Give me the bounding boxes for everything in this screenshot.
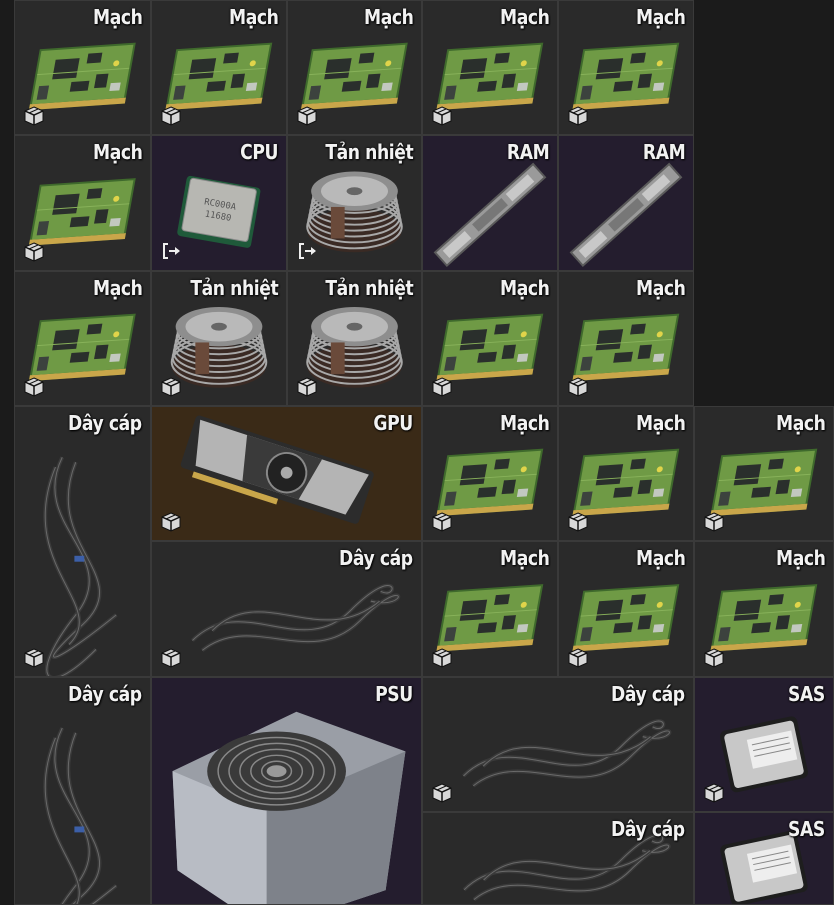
inventory-slot-board[interactable]: Mạch bbox=[694, 541, 834, 677]
item-label: Mạch bbox=[499, 5, 550, 29]
item-label: SAS bbox=[788, 682, 825, 706]
inventory-slot-psu[interactable]: PSU bbox=[151, 677, 422, 905]
item-label: GPU bbox=[373, 411, 414, 435]
item-label: Mạch bbox=[635, 546, 686, 570]
inventory-slot-board[interactable]: Mạch bbox=[151, 0, 287, 135]
package-icon bbox=[431, 376, 453, 398]
inventory-slot-cooler[interactable]: Tản nhiệt bbox=[151, 271, 287, 406]
equip-arrow-icon bbox=[162, 242, 182, 260]
inventory-slot-ram[interactable]: RAM bbox=[422, 135, 558, 271]
item-label: SAS bbox=[788, 817, 825, 841]
package-icon bbox=[703, 647, 725, 669]
inventory-slot-board[interactable]: Mạch bbox=[558, 271, 694, 406]
item-label: Tản nhiệt bbox=[190, 276, 278, 300]
package-icon bbox=[567, 105, 589, 127]
package-icon bbox=[160, 376, 182, 398]
item-label: Mạch bbox=[635, 276, 686, 300]
item-label: RAM bbox=[506, 140, 550, 164]
package-icon bbox=[567, 376, 589, 398]
inventory-slot-board[interactable]: Mạch bbox=[287, 0, 422, 135]
package-icon bbox=[160, 105, 182, 127]
inventory-slot-gpu[interactable]: GPU bbox=[151, 406, 422, 541]
inventory-slot-board[interactable]: Mạch bbox=[558, 406, 694, 541]
inventory-slot-board[interactable]: Mạch bbox=[14, 271, 151, 406]
item-label: Mạch bbox=[499, 546, 550, 570]
item-label: Dây cáp bbox=[68, 411, 142, 435]
package-icon bbox=[160, 647, 182, 669]
item-label: Dây cáp bbox=[68, 682, 142, 706]
package-icon bbox=[567, 511, 589, 533]
equip-arrow-icon bbox=[298, 242, 318, 260]
item-label: CPU bbox=[240, 140, 278, 164]
item-label: PSU bbox=[375, 682, 413, 706]
package-icon bbox=[23, 105, 45, 127]
inventory-slot-cable-v[interactable]: Dây cáp bbox=[14, 406, 151, 677]
package-icon bbox=[431, 647, 453, 669]
inventory-slot-ram[interactable]: RAM bbox=[558, 135, 694, 271]
inventory-slot-board[interactable]: Mạch bbox=[422, 541, 558, 677]
item-label: Dây cáp bbox=[611, 817, 685, 841]
item-label: Dây cáp bbox=[611, 682, 685, 706]
inventory-slot-cpu[interactable]: RC000A 11680 CPU bbox=[151, 135, 287, 271]
item-label: Mạch bbox=[363, 5, 414, 29]
item-label: Mạch bbox=[92, 276, 143, 300]
item-label: Mạch bbox=[92, 5, 143, 29]
inventory-slot-hdd[interactable]: SAS bbox=[694, 677, 834, 812]
inventory-slot-board[interactable]: Mạch bbox=[694, 406, 834, 541]
package-icon bbox=[431, 105, 453, 127]
inventory-slot-board[interactable]: Mạch bbox=[558, 0, 694, 135]
inventory-slot-cable-h[interactable]: Dây cáp bbox=[151, 541, 422, 677]
inventory-slot-cable-h[interactable]: Dây cáp bbox=[422, 812, 694, 905]
inventory-slot-board[interactable]: Mạch bbox=[558, 541, 694, 677]
item-label: Tản nhiệt bbox=[325, 140, 413, 164]
package-icon bbox=[567, 647, 589, 669]
item-label: Mạch bbox=[499, 411, 550, 435]
package-icon bbox=[431, 511, 453, 533]
item-label: Mạch bbox=[92, 140, 143, 164]
package-icon bbox=[296, 105, 318, 127]
item-label: RAM bbox=[642, 140, 686, 164]
item-label: Mạch bbox=[635, 411, 686, 435]
package-icon bbox=[160, 511, 182, 533]
inventory-slot-cable-v[interactable]: Dây cáp bbox=[14, 677, 151, 905]
item-label: Mạch bbox=[228, 5, 279, 29]
item-label: Mạch bbox=[775, 411, 826, 435]
package-icon bbox=[23, 647, 45, 669]
package-icon bbox=[703, 511, 725, 533]
item-label: Mạch bbox=[635, 5, 686, 29]
package-icon bbox=[431, 782, 453, 804]
inventory-slot-board[interactable]: Mạch bbox=[422, 0, 558, 135]
item-label: Tản nhiệt bbox=[325, 276, 413, 300]
package-icon bbox=[296, 376, 318, 398]
package-icon bbox=[23, 241, 45, 263]
inventory-slot-hdd[interactable]: SAS bbox=[694, 812, 834, 905]
item-label: Dây cáp bbox=[339, 546, 413, 570]
inventory-slot-cable-h[interactable]: Dây cáp bbox=[422, 677, 694, 812]
inventory-slot-board[interactable]: Mạch bbox=[422, 271, 558, 406]
package-icon bbox=[23, 376, 45, 398]
item-label: Mạch bbox=[775, 546, 826, 570]
package-icon bbox=[703, 782, 725, 804]
inventory-slot-cooler[interactable]: Tản nhiệt bbox=[287, 271, 422, 406]
inventory-slot-board[interactable]: Mạch bbox=[422, 406, 558, 541]
item-label: Mạch bbox=[499, 276, 550, 300]
inventory-slot-board[interactable]: Mạch bbox=[14, 0, 151, 135]
inventory-slot-cooler[interactable]: Tản nhiệt bbox=[287, 135, 422, 271]
inventory-grid: Mạch Mạch Mạch Mạch Mạch Mạch RC000A 11680 CPU Tả… bbox=[14, 0, 834, 905]
inventory-slot-board[interactable]: Mạch bbox=[14, 135, 151, 271]
